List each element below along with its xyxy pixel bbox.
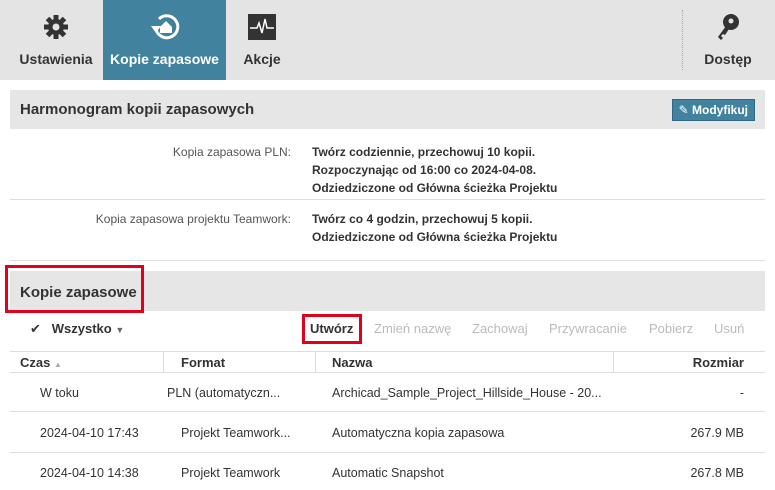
tab-actions[interactable]: Akcje (226, 0, 298, 80)
modify-button[interactable]: ✎ Modyfikuj (671, 99, 755, 121)
cell-time: W toku (40, 386, 79, 400)
schedule-line: Odziedziczone od Główna ścieżka Projektu (312, 181, 558, 195)
schedule-key: Kopia zapasowa PLN: (172, 145, 291, 159)
column-format[interactable]: Format (181, 355, 225, 370)
divider (10, 199, 765, 200)
modify-label: Modyfikuj (692, 103, 748, 117)
cell-name: Archicad_Sample_Project_Hillside_House -… (332, 386, 602, 400)
schedule-header: Harmonogram kopii zapasowych ✎ Modyfikuj (10, 90, 765, 129)
cell-time: 2024-04-10 17:43 (40, 426, 139, 440)
highlight-box (302, 314, 362, 344)
key-icon (692, 12, 764, 42)
activity-icon (226, 12, 298, 42)
column-label: Czas (20, 355, 51, 370)
caret-down-icon: ▼ (115, 325, 125, 335)
highlight-box (5, 265, 144, 313)
divider (10, 411, 765, 412)
column-divider (613, 351, 614, 373)
keep-button[interactable]: Zachowaj (472, 321, 528, 336)
backup-icon (103, 12, 226, 42)
tab-backups[interactable]: Kopie zapasowe (103, 0, 226, 80)
pencil-icon: ✎ (678, 103, 692, 117)
schedule-value: Twórz co 4 godzin, przechowuj 5 kopii. O… (312, 210, 557, 246)
rename-button[interactable]: Zmień nazwę (374, 321, 451, 336)
cell-size: - (739, 386, 744, 400)
column-divider (315, 351, 316, 373)
cell-name: Automatyczna kopia zapasowa (332, 426, 505, 440)
schedule-title: Harmonogram kopii zapasowych (20, 101, 255, 118)
divider (10, 452, 765, 453)
cell-size: 267.8 MB (690, 466, 744, 480)
cell-format: Projekt Teamwork (181, 466, 281, 480)
cell-time: 2024-04-10 14:38 (40, 466, 139, 480)
divider (10, 351, 765, 352)
cell-format: Projekt Teamwork... (181, 426, 291, 440)
gear-icon (8, 12, 104, 42)
filter-dropdown[interactable]: ✔ Wszystko ▼ (30, 321, 124, 337)
divider (10, 372, 765, 373)
download-button[interactable]: Pobierz (649, 321, 693, 336)
sort-asc-icon: ▲ (53, 360, 62, 369)
column-divider (163, 351, 164, 373)
top-nav: Ustawienia Kopie zapasowe Akcje Dostęp (0, 0, 775, 80)
check-icon: ✔ (30, 321, 41, 336)
delete-button[interactable]: Usuń (714, 321, 744, 336)
cell-format: PLN (automatyczn... (167, 386, 281, 400)
restore-button[interactable]: Przywracanie (549, 321, 627, 336)
nav-divider (682, 10, 683, 70)
schedule-line: Rozpoczynając od 16:00 co 2024-04-08. (312, 163, 537, 177)
column-time[interactable]: Czas ▲ (20, 355, 62, 370)
filter-label: Wszystko (51, 321, 112, 336)
schedule-key: Kopia zapasowa projektu Teamwork: (95, 212, 291, 226)
schedule-line: Twórz co 4 godzin, przechowuj 5 kopii. (312, 212, 533, 226)
divider (10, 260, 765, 261)
schedule-value: Twórz codziennie, przechowuj 10 kopii. R… (312, 143, 557, 197)
schedule-line: Odziedziczone od Główna ścieżka Projektu (312, 230, 558, 244)
cell-name: Automatic Snapshot (332, 466, 444, 480)
column-size[interactable]: Rozmiar (693, 355, 744, 370)
tab-access[interactable]: Dostęp (692, 0, 764, 80)
column-name[interactable]: Nazwa (332, 355, 372, 370)
cell-size: 267.9 MB (690, 426, 744, 440)
schedule-line: Twórz codziennie, przechowuj 10 kopii. (312, 145, 536, 159)
tab-settings[interactable]: Ustawienia (8, 0, 104, 80)
